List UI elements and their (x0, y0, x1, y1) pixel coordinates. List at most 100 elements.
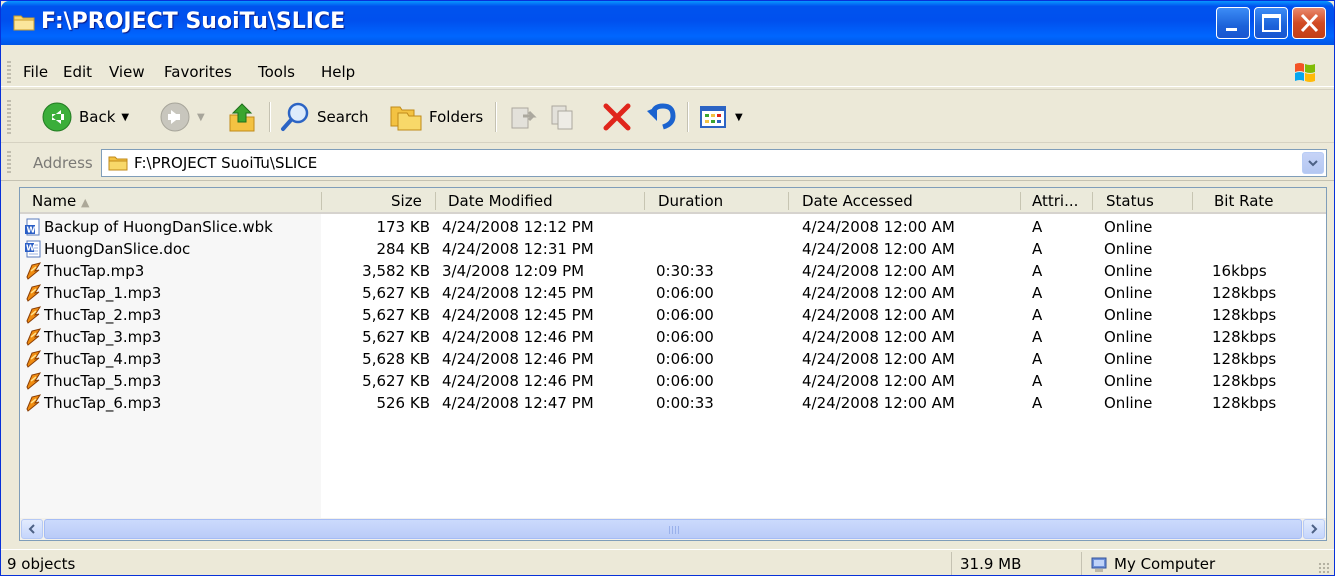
horizontal-scrollbar[interactable] (20, 518, 1326, 540)
column-header-bit-rate[interactable]: Bit Rate (1214, 192, 1274, 210)
file-list-view[interactable]: Name ▲ Size Date Modified Duration Date … (19, 187, 1327, 541)
search-icon (281, 102, 309, 131)
mp3-audio-icon (24, 372, 42, 390)
file-row[interactable]: ThucTap_3.mp3 5,627 KB 4/24/2008 12:46 PM 0… (20, 326, 1326, 348)
cell-duration: 0:06:00 (656, 306, 714, 324)
resize-grip[interactable] (1318, 562, 1330, 574)
cell-file-name[interactable]: ThucTap_3.mp3 (44, 328, 161, 346)
menu-tools[interactable]: Tools (258, 63, 295, 81)
views-button[interactable]: ▼ (699, 98, 743, 136)
cell-status: Online (1104, 372, 1153, 390)
cell-date-accessed: 4/24/2008 12:00 AM (802, 284, 955, 302)
cell-file-name[interactable]: HuongDanSlice.doc (44, 240, 190, 258)
delete-button[interactable] (601, 98, 633, 136)
cell-file-name[interactable]: ThucTap_1.mp3 (44, 284, 161, 302)
column-header-status[interactable]: Status (1106, 192, 1154, 210)
file-row[interactable]: ThucTap.mp3 3,582 KB 3/4/2008 12:09 PM 0:30… (20, 260, 1326, 282)
status-object-count: 9 objects (7, 555, 76, 573)
column-divider[interactable] (435, 192, 436, 210)
back-dropdown-icon[interactable]: ▼ (121, 112, 129, 123)
cell-file-name[interactable]: ThucTap_5.mp3 (44, 372, 161, 390)
close-button[interactable] (1292, 7, 1326, 39)
menu-help[interactable]: Help (321, 63, 355, 81)
menu-file[interactable]: File (23, 63, 48, 81)
address-grip[interactable] (7, 151, 11, 175)
views-dropdown-icon[interactable]: ▼ (735, 112, 743, 123)
cell-status: Online (1104, 218, 1153, 236)
cell-date-accessed: 4/24/2008 12:00 AM (802, 328, 955, 346)
address-input[interactable]: F:\PROJECT SuoiTu\SLICE (101, 149, 1327, 177)
column-header-name[interactable]: Name ▲ (32, 192, 90, 210)
column-divider[interactable] (1092, 192, 1093, 210)
cell-attributes: A (1032, 262, 1043, 280)
menu-edit[interactable]: Edit (63, 63, 92, 81)
up-folder-icon (229, 103, 255, 132)
maximize-button[interactable] (1254, 7, 1288, 39)
back-button[interactable]: Back ▼ (41, 98, 129, 136)
column-header-date-accessed[interactable]: Date Accessed (802, 192, 913, 210)
column-header-attributes[interactable]: Attri... (1032, 192, 1078, 210)
column-divider[interactable] (788, 192, 789, 210)
cell-bit-rate: 128kbps (1212, 394, 1277, 412)
cell-file-name[interactable]: ThucTap.mp3 (44, 262, 144, 280)
cell-file-name[interactable]: ThucTap_6.mp3 (44, 394, 161, 412)
copy-to-icon (551, 105, 573, 130)
column-divider[interactable] (644, 192, 645, 210)
status-size-text: 31.9 MB (960, 555, 1022, 573)
cell-bit-rate: 128kbps (1212, 372, 1277, 390)
column-divider[interactable] (1192, 192, 1193, 210)
copy-to-button[interactable] (549, 98, 579, 136)
cell-attributes: A (1032, 284, 1043, 302)
cell-date-accessed: 4/24/2008 12:00 AM (802, 306, 955, 324)
file-row[interactable]: ThucTap_5.mp3 5,627 KB 4/24/2008 12:46 PM 0… (20, 370, 1326, 392)
scroll-right-button[interactable] (1303, 519, 1325, 539)
cell-file-name[interactable]: ThucTap_4.mp3 (44, 350, 161, 368)
cell-duration: 0:06:00 (656, 328, 714, 346)
file-row[interactable]: ThucTap_1.mp3 5,627 KB 4/24/2008 12:45 PM 0… (20, 282, 1326, 304)
undo-button[interactable] (645, 98, 677, 136)
forward-button[interactable]: ▼ (159, 98, 205, 136)
cell-size: 5,628 KB (362, 350, 430, 368)
back-arrow-icon (42, 102, 72, 132)
file-row[interactable]: W HuongDanSlice.doc 284 KB 4/24/2008 12:31 … (20, 238, 1326, 260)
menu-view[interactable]: View (109, 63, 145, 81)
cell-bit-rate: 128kbps (1212, 306, 1277, 324)
cell-date-modified: 4/24/2008 12:46 PM (442, 328, 594, 346)
cell-status: Online (1104, 284, 1153, 302)
file-row[interactable]: ThucTap_2.mp3 5,627 KB 4/24/2008 12:45 PM 0… (20, 304, 1326, 326)
column-header-size[interactable]: Size (391, 192, 422, 210)
mp3-audio-icon (24, 394, 42, 412)
column-header-duration[interactable]: Duration (658, 192, 723, 210)
cell-date-modified: 3/4/2008 12:09 PM (442, 262, 585, 280)
cell-status: Online (1104, 350, 1153, 368)
cell-attributes: A (1032, 394, 1043, 412)
column-divider[interactable] (1020, 192, 1021, 210)
folders-button[interactable]: Folders (389, 98, 483, 136)
scroll-left-button[interactable] (21, 519, 43, 539)
word-document-icon: W (24, 240, 42, 258)
menu-grip[interactable] (7, 61, 11, 83)
cell-status: Online (1104, 240, 1153, 258)
cell-file-name[interactable]: ThucTap_2.mp3 (44, 306, 161, 324)
cell-date-modified: 4/24/2008 12:46 PM (442, 350, 594, 368)
title-bar[interactable]: F:\PROJECT SuoiTu\SLICE (1, 1, 1334, 45)
cell-bit-rate: 128kbps (1212, 350, 1277, 368)
minimize-button[interactable] (1216, 7, 1250, 39)
file-row[interactable]: W Backup of HuongDanSlice.wbk 173 KB 4/24/2… (20, 216, 1326, 238)
cell-file-name[interactable]: Backup of HuongDanSlice.wbk (44, 218, 273, 236)
cell-attributes: A (1032, 328, 1043, 346)
scroll-thumb[interactable] (44, 519, 1302, 539)
toolbar-grip[interactable] (7, 100, 11, 134)
column-divider[interactable] (321, 192, 322, 210)
file-row[interactable]: ThucTap_6.mp3 526 KB 4/24/2008 12:47 PM 0:0… (20, 392, 1326, 414)
cell-attributes: A (1032, 240, 1043, 258)
cell-bit-rate: 16kbps (1212, 262, 1267, 280)
column-header-date-modified[interactable]: Date Modified (448, 192, 553, 210)
file-row[interactable]: ThucTap_4.mp3 5,628 KB 4/24/2008 12:46 PM 0… (20, 348, 1326, 370)
up-button[interactable] (227, 98, 257, 136)
address-dropdown-button[interactable] (1302, 152, 1324, 174)
menu-favorites[interactable]: Favorites (164, 63, 232, 81)
forward-dropdown-icon[interactable]: ▼ (197, 112, 205, 123)
search-button[interactable]: Search (279, 98, 369, 136)
move-to-button[interactable] (509, 98, 539, 136)
